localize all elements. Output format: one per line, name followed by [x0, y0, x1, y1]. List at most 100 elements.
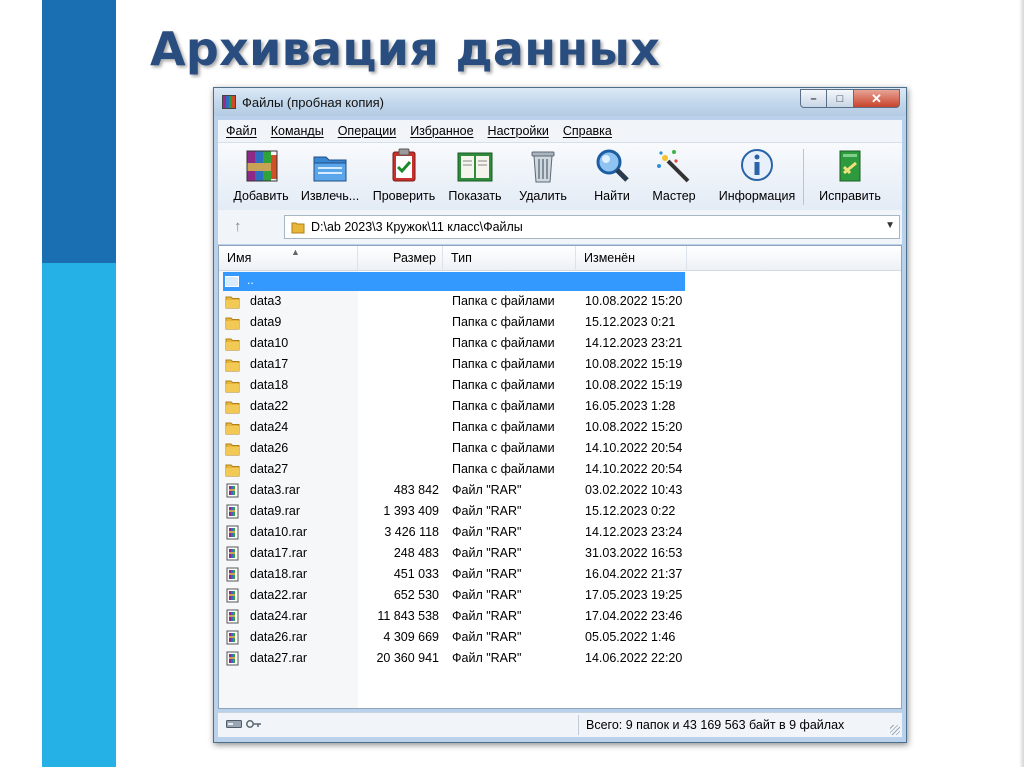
repair-icon — [839, 150, 861, 182]
row-modified: 10.08.2022 15:19 — [585, 378, 683, 392]
view-button[interactable]: Показать — [440, 147, 510, 203]
table-row[interactable]: data18.rar 451 033 Файл "RAR" 16.04.2022 21… — [219, 564, 901, 585]
magnifier-icon — [596, 149, 629, 182]
row-name: data17 — [250, 357, 289, 371]
delete-button[interactable]: Удалить — [508, 147, 578, 203]
info-button[interactable]: Информация — [715, 147, 799, 203]
menu-settings[interactable]: Настройки — [480, 124, 555, 138]
slide-title: Архивация данных — [150, 22, 661, 76]
row-name: data26 — [250, 441, 289, 455]
table-row[interactable]: data10.rar 3 426 118 Файл "RAR" 14.12.2023 … — [219, 522, 901, 543]
row-type: Файл "RAR" — [452, 504, 522, 518]
row-size: 248 483 — [393, 546, 439, 560]
header-modified[interactable]: Изменён — [576, 246, 687, 270]
row-name: data17.rar — [250, 546, 307, 560]
table-row[interactable]: data27.rar 20 360 941 Файл "RAR" 14.06.2022… — [219, 648, 901, 669]
table-row[interactable]: data9 Папка с файлами 15.12.2023 0:21 — [219, 312, 901, 333]
resize-grip[interactable] — [890, 725, 900, 735]
title-bar[interactable]: Файлы (пробная копия) – □ ✕ — [214, 88, 906, 116]
trash-icon — [531, 151, 555, 183]
status-bar: Всего: 9 папок и 43 169 563 байт в 9 фай… — [218, 712, 902, 737]
row-size: 3 426 118 — [384, 525, 439, 539]
table-row[interactable]: data22 Папка с файлами 16.05.2023 1:28 — [219, 396, 901, 417]
wizard-label: Мастер — [652, 189, 696, 203]
menu-favorites[interactable]: Избранное — [402, 124, 479, 138]
row-modified: 03.02.2022 10:43 — [585, 483, 683, 497]
table-row[interactable]: data9.rar 1 393 409 Файл "RAR" 15.12.2023 0… — [219, 501, 901, 522]
row-modified: 15.12.2023 0:21 — [585, 315, 676, 329]
row-modified: 17.05.2023 19:25 — [585, 588, 683, 602]
path-combobox[interactable]: D:\ab 2023\3 Кружок\11 класс\Файлы ▼ — [284, 215, 900, 239]
chevron-down-icon[interactable]: ▼ — [885, 220, 895, 231]
up-arrow-icon[interactable]: ↑ — [234, 218, 242, 235]
header-name[interactable]: Имя ▲ — [219, 246, 358, 270]
row-type: Файл "RAR" — [452, 588, 522, 602]
row-modified: 10.08.2022 15:20 — [585, 420, 683, 434]
header-type[interactable]: Тип — [443, 246, 576, 270]
header-size[interactable]: Размер — [358, 246, 443, 270]
row-size: 20 360 941 — [376, 651, 439, 665]
info-icon — [741, 149, 773, 181]
row-modified: 10.08.2022 15:20 — [585, 294, 683, 308]
row-type: Файл "RAR" — [452, 567, 522, 581]
add-archive-icon — [246, 150, 278, 182]
row-modified: 14.12.2023 23:24 — [585, 525, 683, 539]
minimize-button[interactable]: – — [800, 89, 827, 108]
rar-file-icon — [226, 609, 239, 624]
table-row[interactable]: data10 Папка с файлами 14.12.2023 23:21 — [219, 333, 901, 354]
wizard-button[interactable]: Мастер — [639, 147, 709, 203]
table-row[interactable]: data24.rar 11 843 538 Файл "RAR" 17.04.2022… — [219, 606, 901, 627]
status-icons — [226, 718, 262, 730]
folder-icon — [225, 338, 240, 351]
slide-accent-bar-light — [42, 263, 116, 767]
test-button[interactable]: Проверить — [369, 147, 439, 203]
rar-file-icon — [226, 525, 239, 540]
folder-icon — [225, 296, 240, 309]
table-row[interactable]: data3 Папка с файлами 10.08.2022 15:20 — [219, 291, 901, 312]
row-type: Файл "RAR" — [452, 651, 522, 665]
row-type: Папка с файлами — [452, 441, 555, 455]
find-button[interactable]: Найти — [577, 147, 647, 203]
row-type: Папка с файлами — [452, 357, 555, 371]
close-button[interactable]: ✕ — [854, 89, 900, 108]
extract-button[interactable]: Извлечь... — [295, 147, 365, 203]
address-bar: ↑ D:\ab 2023\3 Кружок\11 класс\Файлы ▼ — [218, 210, 902, 244]
table-row[interactable]: data3.rar 483 842 Файл "RAR" 03.02.2022 10:… — [219, 480, 901, 501]
table-row[interactable]: data18 Папка с файлами 10.08.2022 15:19 — [219, 375, 901, 396]
rar-file-icon — [226, 567, 239, 582]
table-row[interactable]: data17.rar 248 483 Файл "RAR" 31.03.2022 16… — [219, 543, 901, 564]
row-modified: 14.12.2023 23:21 — [585, 336, 683, 350]
extract-label: Извлечь... — [300, 189, 360, 203]
row-type: Файл "RAR" — [452, 483, 522, 497]
file-list[interactable]: Имя ▲ Размер Тип Изменён .. data3 Папка с… — [218, 245, 902, 709]
menu-commands[interactable]: Команды — [263, 124, 330, 138]
table-row[interactable]: data26.rar 4 309 669 Файл "RAR" 05.05.2022 … — [219, 627, 901, 648]
rar-file-icon — [226, 630, 239, 645]
menu-file[interactable]: Файл — [218, 124, 263, 138]
table-row[interactable]: data26 Папка с файлами 14.10.2022 20:54 — [219, 438, 901, 459]
folder-icon — [225, 359, 240, 372]
repair-button[interactable]: Исправить — [811, 147, 889, 203]
row-name: data9 — [250, 315, 282, 329]
menu-operations[interactable]: Операции — [330, 124, 402, 138]
drive-icon[interactable] — [226, 719, 242, 729]
row-modified: 05.05.2022 1:46 — [585, 630, 676, 644]
table-row[interactable]: data27 Папка с файлами 14.10.2022 20:54 — [219, 459, 901, 480]
row-name: data27 — [250, 462, 289, 476]
row-type: Файл "RAR" — [452, 525, 522, 539]
key-icon[interactable] — [246, 718, 262, 730]
status-separator — [578, 715, 579, 735]
table-row[interactable]: data24 Папка с файлами 10.08.2022 15:20 — [219, 417, 901, 438]
row-modified: 10.08.2022 15:19 — [585, 357, 683, 371]
row-size: 1 393 409 — [383, 504, 439, 518]
table-row[interactable]: data22.rar 652 530 Файл "RAR" 17.05.2023 19… — [219, 585, 901, 606]
maximize-button[interactable]: □ — [827, 89, 854, 108]
add-button[interactable]: Добавить — [226, 147, 296, 203]
wizard-wand-icon — [657, 150, 690, 183]
row-name: data18 — [250, 378, 289, 392]
table-row[interactable]: data17 Папка с файлами 10.08.2022 15:19 — [219, 354, 901, 375]
parent-folder-row[interactable]: .. — [223, 272, 685, 291]
folder-icon — [225, 317, 240, 330]
menu-help[interactable]: Справка — [555, 124, 618, 138]
row-name: data9.rar — [250, 504, 301, 518]
